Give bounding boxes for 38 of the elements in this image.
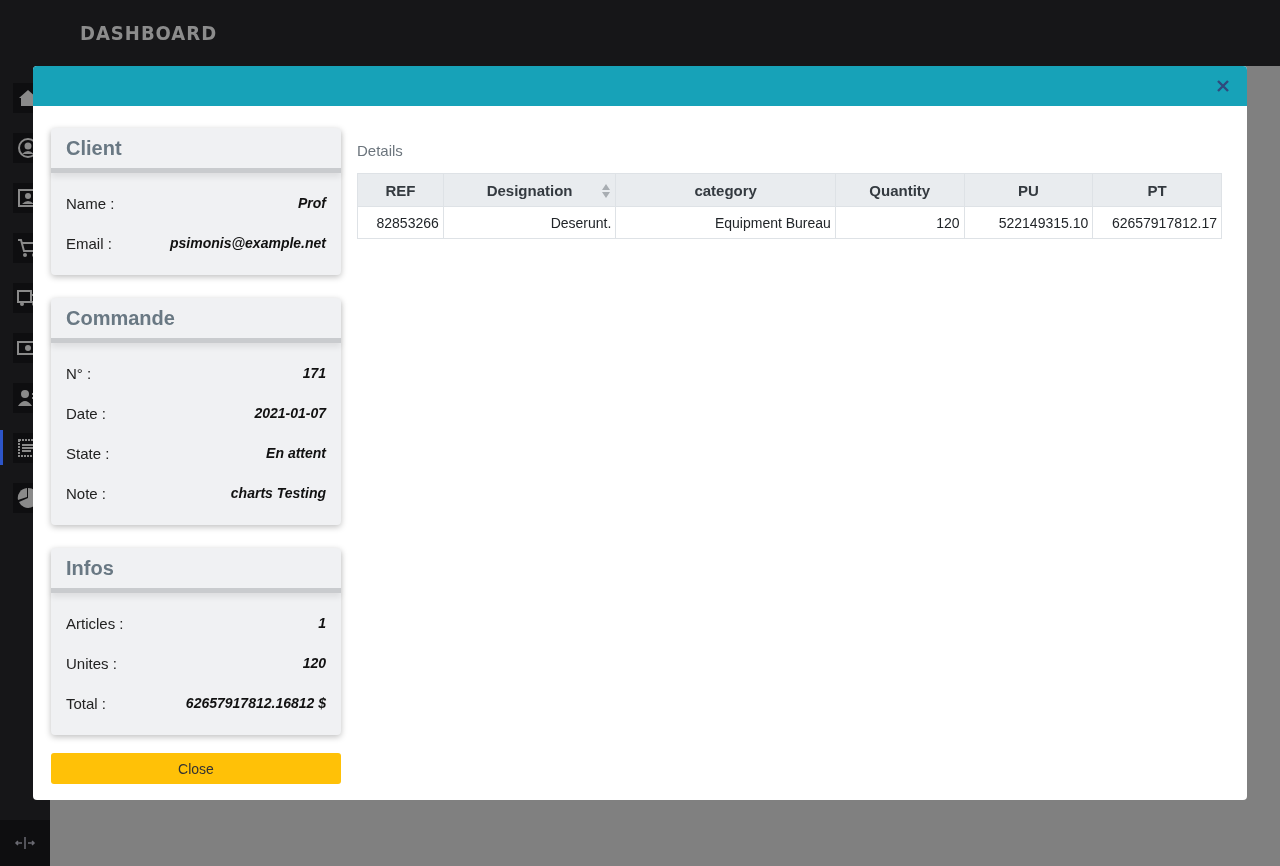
field-value: 2021-01-07 (254, 405, 326, 421)
collapse-toggle-icon[interactable] (14, 836, 36, 850)
field-label: Note : (66, 484, 107, 502)
card-title: Commande (66, 306, 175, 330)
field-label: Email : (66, 234, 112, 252)
field-label: State : (66, 444, 110, 462)
field-value: 62657917812.16812 $ (185, 695, 326, 711)
field-value: 171 (302, 365, 326, 381)
column-header[interactable]: Designation (443, 173, 616, 207)
field-value: Prof (298, 195, 326, 211)
column-header: category (615, 173, 836, 207)
table-cell: Equipment Bureau (615, 206, 836, 239)
close-button[interactable] (1217, 80, 1229, 92)
section-title: Details (357, 142, 404, 159)
close-button[interactable]: Close (51, 753, 341, 784)
field-value: 120 (302, 655, 326, 671)
field-value: charts Testing (230, 485, 326, 501)
column-header: Quantity (835, 173, 965, 207)
field-label: Articles : (66, 614, 124, 632)
field-label: N° : (66, 364, 92, 382)
table-cell: Deserunt. (443, 206, 616, 239)
field-label: Total : (66, 694, 107, 712)
table-cell: 522149315.10 (964, 206, 1093, 239)
card-title: Client (66, 136, 122, 160)
field-label: Unites : (66, 654, 117, 672)
field-label: Name : (66, 194, 115, 212)
card-title: Infos (66, 556, 114, 580)
field-value: En attent (266, 445, 326, 461)
table-cell: 82853266 (357, 206, 444, 239)
field-value: 1 (318, 615, 326, 631)
table-cell: 120 (835, 206, 965, 239)
column-header: REF (357, 173, 444, 207)
column-header: PU (964, 173, 1093, 207)
field-value: psimonis@example.net (169, 235, 326, 251)
dashboard-logo: DASHBOARD (80, 21, 218, 45)
table-cell: 62657917812.17 (1092, 206, 1222, 239)
field-label: Date : (66, 404, 107, 422)
column-header: PT (1092, 173, 1222, 207)
